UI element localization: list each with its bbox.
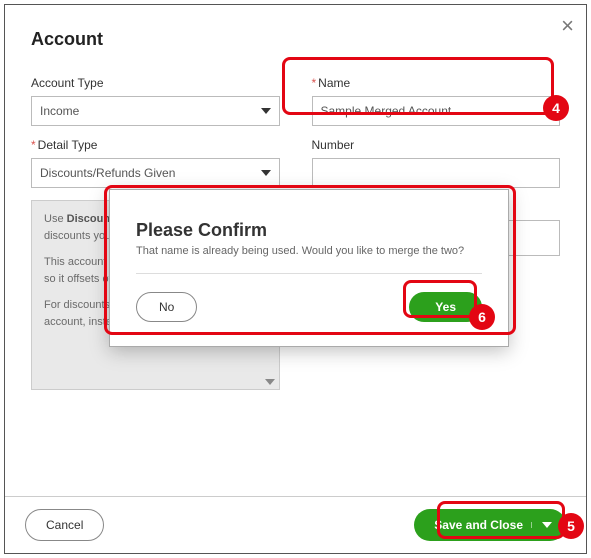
scroll-down-icon[interactable] [265,379,275,385]
modal-no-button[interactable]: No [136,292,197,322]
cancel-button[interactable]: Cancel [25,509,104,541]
save-and-close-button[interactable]: Save and Close [414,509,566,541]
chevron-down-icon [542,522,552,528]
modal-yes-button[interactable]: Yes [409,292,482,322]
footer-bar: Cancel Save and Close [5,496,586,553]
account-type-label: Account Type [31,76,280,90]
chevron-down-icon [261,170,271,176]
page-title: Account [31,29,560,50]
account-type-value: Income [40,104,79,118]
name-input[interactable] [312,96,561,126]
help-text: Use [44,213,67,225]
divider [136,273,482,274]
detail-type-value: Discounts/Refunds Given [40,166,175,180]
detail-type-select[interactable]: Discounts/Refunds Given [31,158,280,188]
save-button-label: Save and Close [434,518,523,532]
chevron-down-icon [261,108,271,114]
modal-title: Please Confirm [136,220,482,241]
detail-type-label: Detail Type [31,138,280,152]
account-type-select[interactable]: Income [31,96,280,126]
modal-message: That name is already being used. Would y… [136,245,482,257]
number-input[interactable] [312,158,561,188]
confirm-modal: Please Confirm That name is already bein… [109,189,509,347]
name-label: Name [312,76,561,90]
number-label: Number [312,138,561,152]
save-split-toggle[interactable] [531,522,552,528]
